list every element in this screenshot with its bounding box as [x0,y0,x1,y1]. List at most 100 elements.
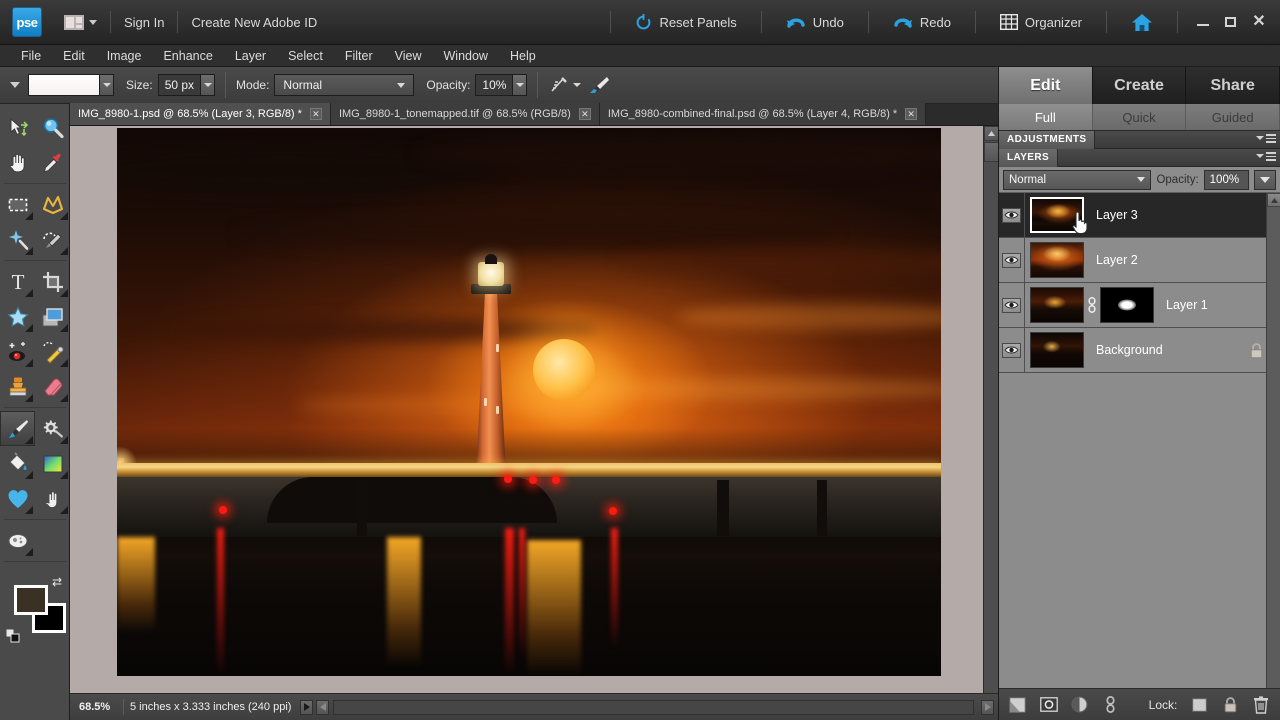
layer-visibility-cell[interactable] [999,193,1025,238]
shape-tool[interactable] [0,481,35,516]
brush-size-input[interactable]: 50 px [157,74,202,96]
layer-visibility-cell[interactable] [999,282,1025,328]
lasso-tool[interactable] [35,187,70,222]
scroll-thumb[interactable] [984,142,999,162]
tab-share[interactable]: Share [1186,67,1280,104]
menu-edit[interactable]: Edit [52,46,96,66]
lock-all-icon[interactable] [1221,696,1239,714]
maximize-button[interactable] [1225,17,1236,27]
menu-layer[interactable]: Layer [224,46,277,66]
layer-opacity-dropdown[interactable] [1254,169,1276,190]
layer-opacity-input[interactable]: 100% [1203,169,1250,190]
layer-thumbnail[interactable] [1030,287,1084,323]
document-tab[interactable]: IMG_8980-combined-final.psd @ 68.5% (Lay… [599,103,927,125]
menu-help[interactable]: Help [499,46,547,66]
close-icon[interactable]: ✕ [905,108,918,120]
magic-wand-tool[interactable] [0,222,35,257]
eraser-tool[interactable] [35,369,70,404]
type-tool[interactable]: T [0,264,35,299]
new-layer-icon[interactable] [1009,696,1027,714]
layer-row[interactable]: Background [999,327,1280,373]
close-button[interactable]: ✕ [1252,14,1266,30]
brush-preset-swatch[interactable] [28,74,100,96]
menu-select[interactable]: Select [277,46,334,66]
layer-row[interactable]: Layer 1 [999,282,1280,328]
add-layer-mask-icon[interactable] [1040,696,1058,714]
tab-create[interactable]: Create [1092,67,1187,104]
brush-preset-dropdown[interactable] [100,74,114,96]
layer-thumbnail[interactable] [1030,242,1084,278]
document-tab[interactable]: IMG_8980-1.psd @ 68.5% (Layer 3, RGB/8) … [70,103,331,125]
status-scroll-left-button[interactable] [316,699,330,715]
close-icon[interactable]: ✕ [578,108,591,120]
adjustments-panel-header[interactable]: ADJUSTMENTS [999,130,1280,149]
swap-colors-icon[interactable]: ⇄ [52,575,62,589]
brush-size-dropdown[interactable] [201,74,216,96]
delete-layer-icon[interactable] [1252,695,1270,714]
layer-row[interactable]: Layer 3 [999,193,1280,238]
sponge-tool[interactable] [0,523,35,558]
clone-stamp-tool[interactable] [0,369,35,404]
eye-icon[interactable] [1002,297,1021,313]
options-expand-icon[interactable] [10,82,20,88]
menu-image[interactable]: Image [96,46,153,66]
document-tab[interactable]: IMG_8980-1_tonemapped.tif @ 68.5% (RGB/8… [330,103,600,125]
opacity-input[interactable]: 10% [475,74,514,96]
cookie-cutter-tool[interactable] [0,299,35,334]
status-scroll-right-button[interactable] [981,699,994,715]
opacity-dropdown[interactable] [513,74,528,96]
tab-edit[interactable]: Edit [999,67,1093,104]
tab-quick[interactable]: Quick [1093,104,1187,130]
image-canvas[interactable] [117,128,941,676]
layer-blend-mode-select[interactable]: Normal [1003,169,1152,190]
airbrush-dropdown[interactable] [570,77,584,93]
scroll-up-button[interactable] [1267,193,1280,207]
smart-brush-tool[interactable] [35,411,70,446]
layers-scrollbar[interactable] [1266,193,1280,688]
close-icon[interactable]: ✕ [309,108,322,120]
layout-switcher-button[interactable] [64,14,97,30]
gradient-tool[interactable] [35,446,70,481]
blur-tool[interactable] [35,481,70,516]
canvas-vertical-scrollbar[interactable] [983,126,999,693]
hand-tool[interactable] [0,145,35,180]
reset-panels-button[interactable]: Reset Panels [624,13,747,31]
lock-transparency-icon[interactable] [1190,696,1208,714]
tab-guided[interactable]: Guided [1186,104,1280,130]
layer-mask-thumbnail[interactable] [1100,287,1154,323]
tab-full[interactable]: Full [999,104,1093,130]
sign-in-link[interactable]: Sign In [124,15,164,30]
eye-icon[interactable] [1002,207,1021,223]
eye-icon[interactable] [1002,342,1021,358]
create-adobe-id-link[interactable]: Create New Adobe ID [191,15,317,30]
red-eye-removal-tool[interactable] [0,334,35,369]
adjustment-layer-icon[interactable] [1071,696,1089,714]
blend-mode-select[interactable]: Normal [274,74,415,96]
move-tool[interactable] [0,110,35,145]
layer-visibility-cell[interactable] [999,327,1025,373]
paint-bucket-tool[interactable] [0,446,35,481]
crop-tool[interactable] [35,264,70,299]
eyedropper-tool[interactable] [35,145,70,180]
link-layers-icon[interactable] [1102,696,1120,714]
zoom-level[interactable]: 68.5% [75,701,123,713]
layers-panel-menu-icon[interactable] [1256,152,1276,161]
adjustments-panel-menu-icon[interactable] [1256,134,1276,143]
straighten-tool[interactable] [35,299,70,334]
layer-mask-link-icon[interactable] [1084,297,1100,313]
organizer-button[interactable]: Organizer [989,14,1093,30]
menu-filter[interactable]: Filter [334,46,384,66]
healing-brush-tool[interactable] [35,334,70,369]
brush-tool[interactable] [0,411,35,446]
default-colors-icon[interactable] [6,629,20,643]
status-expand-button[interactable] [300,699,314,715]
menu-view[interactable]: View [384,46,433,66]
layer-row[interactable]: Layer 2 [999,237,1280,283]
quick-selection-tool[interactable] [35,222,70,257]
foreground-color-swatch[interactable] [14,585,48,615]
menu-file[interactable]: File [10,46,52,66]
redo-button[interactable]: Redo [882,15,962,30]
minimize-button[interactable] [1197,18,1209,26]
status-scrollbar[interactable] [333,699,974,715]
layer-thumbnail[interactable] [1030,332,1084,368]
